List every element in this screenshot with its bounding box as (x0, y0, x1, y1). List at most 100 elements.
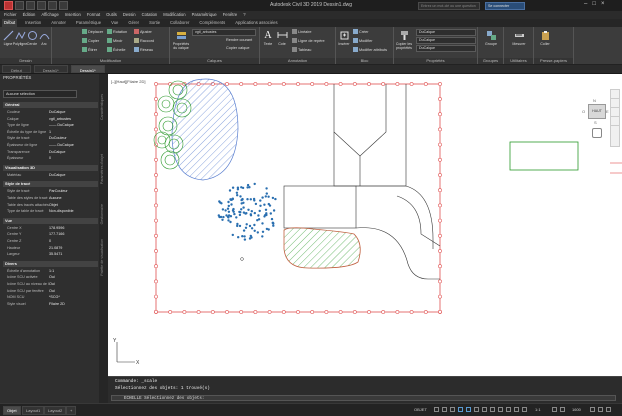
snap-icon[interactable] (442, 407, 447, 412)
text-tool[interactable]: A Texte (261, 30, 275, 46)
insert-block-tool[interactable]: Insérer (337, 30, 351, 46)
menu-aide[interactable]: ? (243, 11, 245, 19)
doc-tab-dessin1[interactable]: Dessin1* (33, 65, 68, 73)
property-row[interactable]: Calque vgtl_arbustes (7, 116, 98, 123)
panel-title-utilitaires[interactable]: Utilitaires (504, 58, 533, 64)
sign-in-button[interactable]: Se connecter (485, 2, 525, 10)
properties-section-header[interactable]: Vue (3, 217, 98, 224)
property-row[interactable]: Épaisseur de ligne —— DuCalque (7, 142, 98, 149)
property-row[interactable]: Style de tracé DuCouleur (7, 135, 98, 142)
linetype-combo[interactable]: DuCalque (416, 37, 476, 44)
annotation-monitor-icon[interactable] (560, 407, 565, 412)
property-row[interactable]: Échelle d'annotation 1:1 (7, 268, 98, 275)
steering-wheel-icon[interactable] (611, 90, 619, 99)
property-value[interactable]: DuCouleur (49, 135, 98, 142)
panel-title-calques[interactable]: Calques (170, 58, 259, 64)
dynamic-ucs-icon[interactable] (514, 407, 519, 412)
measure-tool[interactable]: Mesurer (512, 30, 526, 46)
property-row[interactable]: Type de ligne —— DuCalque (7, 122, 98, 129)
grid-icon[interactable] (434, 407, 439, 412)
menu-outils[interactable]: Outils (106, 11, 117, 19)
property-row[interactable]: Style visuel Filaire 2D (7, 301, 98, 308)
side-tab-caracteristiques[interactable]: Caractéristiques (100, 94, 107, 120)
search-input[interactable]: Entrez un mot-clé ou une question (418, 2, 480, 10)
property-row[interactable]: Type de table de tracé Non-disponible (7, 208, 98, 215)
tab-annoter[interactable]: Annoter (49, 19, 68, 27)
property-value[interactable]: Oui (49, 288, 98, 295)
side-tab-gestionnaire[interactable]: Gestionnaire (100, 204, 107, 224)
property-row[interactable]: Icône SCU au niveau de l'origineOui (7, 281, 98, 288)
ortho-icon[interactable] (450, 407, 455, 412)
property-value[interactable]: 1 (49, 129, 98, 136)
property-value[interactable]: 21.0879 (49, 245, 98, 252)
menu-fenetre[interactable]: Fenêtre (223, 11, 237, 19)
property-row[interactable]: Style de tracé ParCouleur (7, 188, 98, 195)
3dosnap-icon[interactable] (506, 407, 511, 412)
property-row[interactable]: Centre Y 177.7166 (7, 231, 98, 238)
property-value[interactable]: Oui (49, 281, 98, 288)
property-row[interactable]: Icône SCU par fenêtre Oui (7, 288, 98, 295)
property-value[interactable]: 0 (49, 238, 98, 245)
tab-sortie[interactable]: Sortie (147, 19, 162, 27)
side-tab-visualisation[interactable]: Palette de visualisation (100, 239, 107, 276)
viewcube-west[interactable]: O (582, 109, 585, 114)
property-row[interactable]: Transparence DuCalque (7, 149, 98, 156)
panel-title-bloc[interactable]: Bloc (336, 58, 393, 64)
copy-button[interactable]: Copier (82, 38, 99, 43)
property-value[interactable]: Aucune (49, 195, 98, 202)
property-row[interactable]: Épaisseur 0 (7, 155, 98, 162)
menu-edition[interactable]: Édition (23, 11, 36, 19)
tab-collaborer[interactable]: Collaborer (168, 19, 191, 27)
group-tool[interactable]: Groupe (484, 30, 498, 46)
tab-parametrique[interactable]: Paramétrique (74, 19, 103, 27)
properties-section-header[interactable]: Style de tracé (3, 181, 98, 188)
isolate-objects-icon[interactable] (590, 407, 595, 412)
tab-vue[interactable]: Vue (109, 19, 120, 27)
property-value[interactable]: vgtl_arbustes (49, 116, 98, 123)
selection-cycling-icon[interactable] (498, 407, 503, 412)
minimize-button[interactable]: – (584, 1, 587, 7)
property-value[interactable]: DuCalque (49, 172, 98, 179)
table-button[interactable]: Tableau (292, 47, 311, 52)
rotate-button[interactable]: Rotation (107, 29, 127, 34)
doc-tab-start[interactable]: Début (2, 65, 31, 73)
mirror-button[interactable]: Miroir (107, 38, 123, 43)
osnap-icon[interactable] (466, 407, 471, 412)
menu-format[interactable]: Format (87, 11, 100, 19)
property-value[interactable]: 0 (49, 155, 98, 162)
hardware-acceleration-icon[interactable] (598, 407, 603, 412)
panel-title-dessin[interactable]: Dessin (0, 58, 51, 64)
property-row[interactable]: Matériau DuCalque (7, 172, 98, 179)
menu-affichage[interactable]: Affichage (41, 11, 58, 19)
tab-applications[interactable]: Applications associées (233, 19, 279, 27)
workspace-gear-icon[interactable] (552, 407, 557, 412)
drawing-canvas[interactable]: [–][Haut][Filaire 2D] Y X N O E HAUT S (108, 74, 622, 376)
panel-title-groupes[interactable]: Groupes (478, 58, 503, 64)
menu-insertion[interactable]: Insertion (65, 11, 81, 19)
paste-tool[interactable]: Coller (538, 30, 552, 46)
property-value[interactable]: DuCalque (49, 109, 98, 116)
property-row[interactable]: Hauteur 21.0879 (7, 245, 98, 252)
menu-dessin[interactable]: Dessin (123, 11, 136, 19)
lineweight-combo[interactable]: DuCalque (416, 45, 476, 52)
annotation-visibility-icon[interactable] (522, 407, 527, 412)
property-row[interactable]: NOM SCU *SCG* (7, 294, 98, 301)
property-value[interactable]: —— DuCalque (49, 122, 98, 129)
viewcube-east[interactable]: E (606, 109, 609, 114)
viewcube-south[interactable]: S (594, 120, 597, 125)
property-row[interactable]: Échelle du type de ligne 1 (7, 129, 98, 136)
doc-tab-dessin1-active[interactable]: Dessin1* (70, 65, 105, 73)
properties-section-header[interactable]: Général (3, 102, 98, 108)
property-row[interactable]: Table des tracés attachés Objet (7, 202, 98, 209)
property-value[interactable]: 178.9596 (49, 225, 98, 232)
add-layout-icon[interactable]: + (66, 406, 77, 415)
selection-dropdown[interactable]: Aucune sélection (3, 90, 77, 98)
menu-modification[interactable]: Modification (163, 11, 185, 19)
tab-gerer[interactable]: Gérer (126, 19, 141, 27)
command-input[interactable]: ECHELLE Sélectionnez des objets: (111, 395, 616, 401)
property-value[interactable]: 1:1 (49, 268, 98, 275)
create-block-button[interactable]: Créer (353, 29, 369, 34)
viewcube-top-face[interactable]: HAUT (588, 104, 606, 119)
match-properties-button[interactable]: Copier les propriétés (395, 30, 413, 50)
property-row[interactable]: Largeur 35.5471 (7, 251, 98, 258)
